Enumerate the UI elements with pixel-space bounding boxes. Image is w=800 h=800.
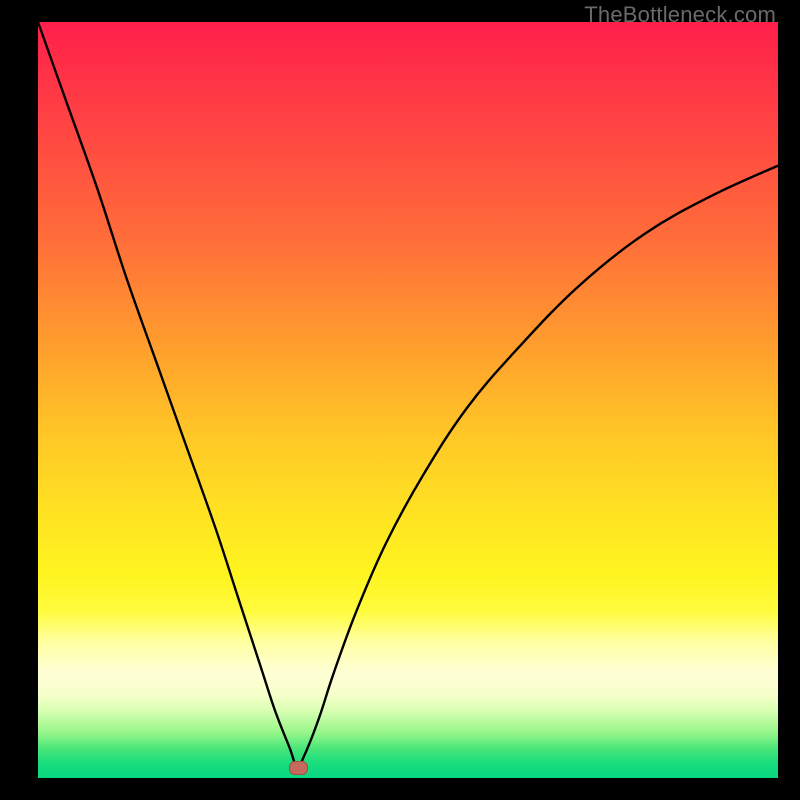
chart-frame: TheBottleneck.com [0, 0, 800, 800]
plot-area [38, 22, 778, 778]
watermark-label: TheBottleneck.com [584, 2, 776, 28]
bottleneck-curve [38, 22, 778, 778]
minimum-marker [289, 761, 308, 775]
curve-path [38, 22, 778, 767]
